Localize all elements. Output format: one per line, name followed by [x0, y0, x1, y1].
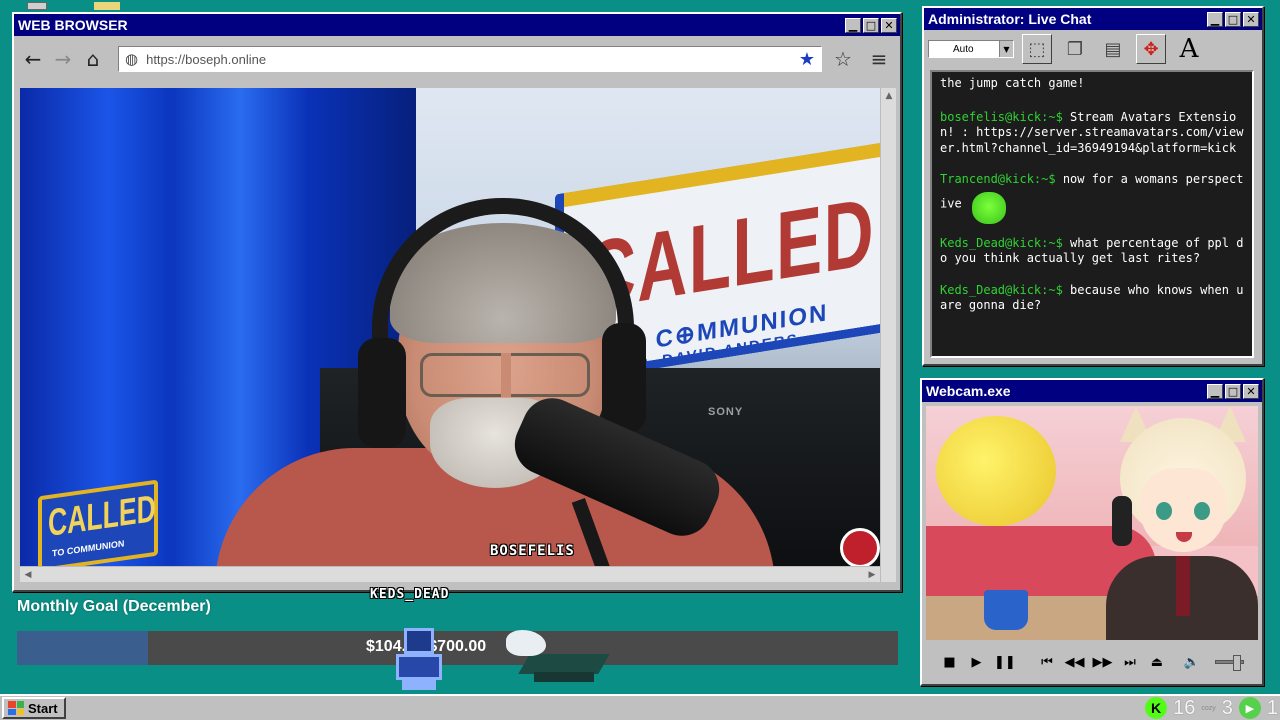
address-bar[interactable]: ◍ https://boseph.online ★	[118, 46, 822, 72]
start-label: Start	[28, 700, 58, 716]
webcam-titlebar[interactable]: Webcam.exe ▁ □ ✕	[922, 380, 1262, 402]
goal-title: Monthly Goal (December)	[17, 598, 211, 615]
network-logo-icon	[840, 528, 880, 566]
vtuber-avatar	[1106, 406, 1258, 640]
chat-username: Keds_Dead@kick:~$	[940, 235, 1063, 250]
chat-titlebar[interactable]: Administrator: Live Chat ▁ □ ✕	[924, 8, 1262, 30]
chat-message: Keds_Dead@kick:~$ what percentage of ppl…	[940, 236, 1244, 267]
mug	[984, 590, 1028, 630]
desktop-icon[interactable]	[27, 2, 47, 10]
chevron-down-icon[interactable]: ▼	[999, 41, 1013, 57]
paste-icon[interactable]: ▤	[1098, 34, 1128, 64]
horizontal-scrollbar[interactable]: ◀ ▶	[20, 566, 880, 582]
system-tray: K 16 cozy 3 ▶ 1	[1145, 697, 1278, 720]
browser-window: WEB BROWSER ▁ □ ✕ ← → ⌂ ◍ https://boseph…	[12, 12, 902, 592]
chat-message: bosefelis@kick:~$ Stream Avatars Extensi…	[940, 110, 1244, 157]
kick-logo-icon[interactable]: K	[1145, 697, 1168, 719]
rewind-icon[interactable]: ◀◀	[1065, 655, 1085, 670]
maximize-button[interactable]: □	[863, 17, 879, 33]
avatar-tie	[1176, 556, 1190, 616]
webcam-feed	[926, 406, 1258, 640]
headphones-right	[602, 323, 646, 433]
video-player[interactable]: CALLED TO C⊕MMUNION DR. DAVID ANDERS SON…	[20, 88, 880, 566]
plush-toy	[936, 416, 1056, 526]
close-button[interactable]: ✕	[1243, 383, 1259, 399]
back-arrow-icon[interactable]: ←	[20, 46, 46, 72]
sprite-username: KEDS_DEAD	[370, 587, 450, 602]
globe-icon: ◍	[125, 50, 139, 68]
logo-title: CALLED	[48, 487, 156, 546]
home-icon[interactable]: ⌂	[80, 46, 106, 72]
follower-count: 3	[1221, 696, 1233, 719]
chat-message: Keds_Dead@kick:~$ because who knows when…	[940, 283, 1244, 314]
windows-logo-icon	[8, 701, 24, 715]
volume-slider[interactable]	[1215, 655, 1244, 671]
close-button[interactable]: ✕	[1243, 11, 1259, 27]
avatar-eye	[1156, 502, 1172, 520]
avatar-username: BOSEFELIS	[490, 543, 575, 559]
desktop-folder-icon[interactable]	[94, 2, 120, 10]
pause-icon[interactable]: ❚❚	[994, 655, 1016, 670]
scroll-left-icon[interactable]: ◀	[20, 567, 36, 583]
webcam-window: Webcam.exe ▁ □ ✕ ■ ▶ ❚❚ ⏮ ◀◀ ▶▶ ⏭ ⏏ 🔈	[920, 378, 1264, 686]
pixel-avatar-sprite	[392, 628, 446, 690]
skip-forward-icon[interactable]: ⏭	[1121, 655, 1140, 670]
play-icon[interactable]: ▶	[967, 655, 986, 670]
font-icon[interactable]: A	[1174, 34, 1204, 64]
chat-text: the jump catch game!	[940, 76, 1085, 90]
chat-username: Trancend@kick:~$	[940, 172, 1056, 186]
chat-log[interactable]: the jump catch game! bosefelis@kick:~$ S…	[930, 70, 1254, 358]
viewer-count: 16	[1173, 696, 1196, 719]
bookmark-star-icon[interactable]: ★	[799, 49, 815, 70]
sub-count: 1	[1266, 696, 1278, 719]
speaker-icon[interactable]: 🔈	[1182, 655, 1201, 670]
skip-back-icon[interactable]: ⏮	[1038, 655, 1057, 670]
favorites-star-icon[interactable]: ☆	[826, 47, 860, 71]
cozy-label: cozy	[1201, 704, 1216, 712]
avatar-eye	[1194, 502, 1210, 520]
browser-toolbar: ← → ⌂ ◍ https://boseph.online ★ ☆ ≡	[14, 36, 900, 82]
forward-arrow-icon[interactable]: →	[50, 46, 76, 72]
scroll-up-icon[interactable]: ▲	[881, 88, 897, 104]
maximize-button[interactable]: □	[1225, 383, 1241, 399]
eject-icon[interactable]: ⏏	[1147, 655, 1166, 670]
fast-forward-icon[interactable]: ▶▶	[1093, 655, 1113, 670]
minimize-button[interactable]: ▁	[845, 17, 861, 33]
webcam-title: Webcam.exe	[926, 383, 1011, 399]
browser-titlebar[interactable]: WEB BROWSER ▁ □ ✕	[14, 14, 900, 36]
minimize-button[interactable]: ▁	[1207, 11, 1223, 27]
minimize-button[interactable]: ▁	[1207, 383, 1223, 399]
chat-toolbar: Auto ▼ ⬚ ❐ ▤ ✥ A	[924, 30, 1262, 68]
green-emote-icon	[971, 191, 1006, 224]
menu-icon[interactable]: ≡	[864, 47, 894, 71]
move-icon[interactable]: ✥	[1136, 34, 1166, 64]
media-controls: ■ ▶ ❚❚ ⏮ ◀◀ ▶▶ ⏭ ⏏ 🔈	[926, 646, 1258, 678]
size-select[interactable]: Auto ▼	[928, 40, 1014, 58]
browser-title: WEB BROWSER	[18, 17, 128, 33]
play-circle-icon[interactable]: ▶	[1238, 697, 1261, 719]
taskbar: Start K 16 cozy 3 ▶ 1	[0, 694, 1280, 720]
close-button[interactable]: ✕	[881, 17, 897, 33]
scroll-right-icon[interactable]: ▶	[864, 567, 880, 583]
headphones-left	[358, 338, 406, 448]
running-avatar-sprite	[500, 630, 610, 690]
start-button[interactable]: Start	[2, 697, 66, 719]
select-region-icon[interactable]: ⬚	[1022, 34, 1052, 64]
chat-title: Administrator: Live Chat	[928, 11, 1092, 27]
size-select-value: Auto	[953, 43, 974, 55]
copy-icon[interactable]: ❐	[1060, 34, 1090, 64]
url-text[interactable]: https://boseph.online	[146, 52, 791, 67]
chat-message: Trancend@kick:~$ now for a womans perspe…	[940, 172, 1244, 224]
chat-window: Administrator: Live Chat ▁ □ ✕ Auto ▼ ⬚ …	[922, 6, 1264, 366]
avatar-headphones	[1112, 496, 1132, 546]
chat-message: the jump catch game!	[940, 76, 1244, 92]
maximize-button[interactable]: □	[1225, 11, 1241, 27]
vertical-scrollbar[interactable]: ▲	[880, 88, 896, 582]
chat-username: bosefelis@kick:~$	[940, 109, 1063, 124]
goal-progress-fill	[17, 631, 149, 665]
chat-username: Keds_Dead@kick:~$	[940, 282, 1063, 297]
monitor-brand: SONY	[708, 406, 744, 418]
stop-icon[interactable]: ■	[940, 655, 959, 670]
